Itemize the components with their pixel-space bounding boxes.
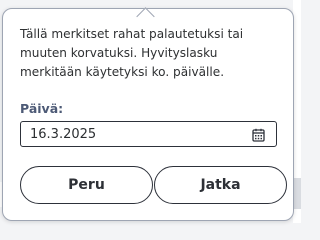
refund-date-popover: Tällä merkitset rahat palautetuksi tai m… [2, 7, 294, 221]
cancel-button[interactable]: Peru [20, 166, 153, 204]
date-label: Päivä: [20, 101, 64, 116]
popover-caret [136, 7, 155, 26]
date-input[interactable]: 16.3.2025 [20, 121, 277, 147]
popover-message: Tällä merkitset rahat palautetuksi tai m… [20, 27, 244, 79]
date-value: 16.3.2025 [30, 127, 97, 142]
calendar-icon[interactable] [252, 127, 265, 142]
continue-button[interactable]: Jatka [154, 166, 287, 204]
